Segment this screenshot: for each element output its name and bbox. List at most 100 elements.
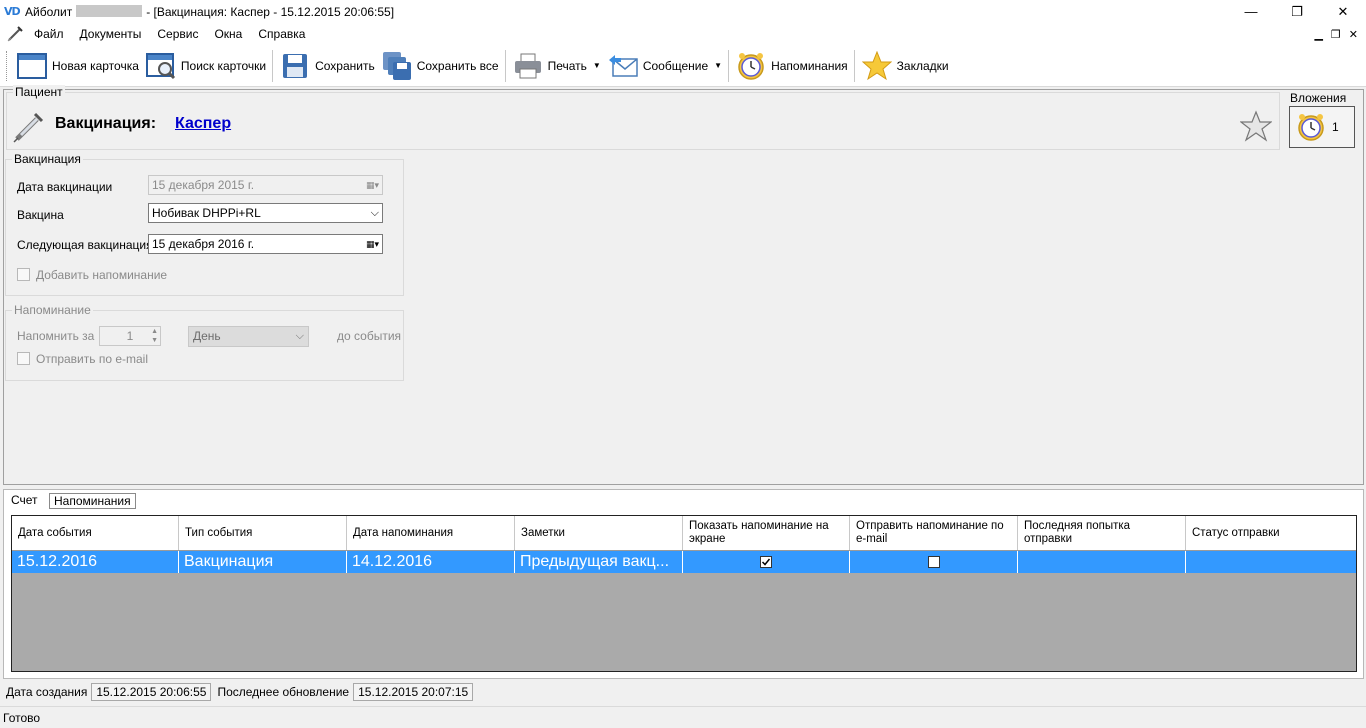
vaccination-group-label: Вакцинация [12,152,83,166]
print-dropdown-icon[interactable]: ▼ [593,61,601,70]
toolbar: Новая карточка Поиск карточки Сохранить … [0,45,1366,87]
column-header[interactable]: Заметки [515,516,683,550]
notes-cell[interactable]: Предыдущая вакц... [515,551,683,573]
send-status-cell[interactable] [1186,551,1356,573]
reminders-button[interactable]: Напоминания [732,48,851,84]
vaccination-group: Вакцинация Дата вакцинации 15 декабря 20… [5,152,404,296]
toolbar-grip[interactable] [6,50,9,81]
created-value: 15.12.2015 20:06:55 [91,683,212,701]
floppy-stack-icon [381,50,413,82]
close-button[interactable]: ✕ [1320,0,1366,23]
new-card-icon [16,50,48,82]
mdi-close-button[interactable]: ✕ [1349,28,1358,41]
save-all-button[interactable]: Сохранить все [378,48,502,84]
patient-group: Пациент Вакцинация: Каспер [6,85,1280,150]
minimize-button[interactable]: — [1228,0,1274,23]
print-button[interactable]: Печать ▼ [509,48,604,84]
floppy-icon [279,50,311,82]
toolbar-separator [853,49,855,82]
vaccine-label: Вакцина [17,208,64,222]
search-card-icon [145,50,177,82]
redacted-block [76,4,143,17]
menu-windows[interactable]: Окна [206,23,250,45]
maximize-button[interactable]: ❐ [1274,0,1320,23]
show-on-screen-cell[interactable] [683,551,850,573]
event-type-cell[interactable]: Вакцинация [179,551,347,573]
menu-help[interactable]: Справка [250,23,313,45]
toolbar-separator [728,49,730,82]
chevron-down-icon: ⌵ [370,207,379,219]
printer-icon [512,50,544,82]
last-attempt-cell[interactable] [1018,551,1186,573]
remind-before-label: Напомнить за [17,329,95,343]
tab-reminders[interactable]: Напоминания [49,493,136,509]
grid-header: Дата события Тип события Дата напоминани… [12,516,1356,551]
before-event-label: до события [337,329,402,343]
menu-documents[interactable]: Документы [72,23,150,45]
tabs-area: Счет Напоминания Дата события Тип событи… [3,489,1364,679]
bookmark-star-button[interactable] [1239,109,1273,143]
created-label: Дата создания [6,685,88,699]
reminder-group-label: Напоминание [12,303,93,317]
column-header[interactable]: Тип события [179,516,347,550]
next-vaccination-date-field[interactable]: 15 декабря 2016 г. ▦▾ [148,234,383,254]
vaccine-select[interactable]: Нобивак DHPPi+RL ⌵ [148,203,383,223]
add-reminder-label: Добавить напоминание [36,268,168,282]
menu-file[interactable]: Файл [26,23,72,45]
show-on-screen-checkbox[interactable] [760,556,772,568]
chevron-down-icon: ⌵ [295,330,304,342]
remind-unit-select[interactable]: День ⌵ [188,326,309,347]
syringe-icon[interactable] [4,24,26,44]
bookmarks-button[interactable]: Закладки [858,48,952,84]
attachments-label: Вложения [1290,91,1347,105]
next-vaccination-label: Следующая вакцинация [17,238,153,252]
attachments-button[interactable]: 1 [1289,106,1355,148]
search-card-button[interactable]: Поиск карточки [142,48,269,84]
column-header[interactable]: Показать напоминание на экране [683,516,850,550]
calendar-icon: ▦▾ [365,180,379,190]
stepper-arrows-icon[interactable]: ▲ ▼ [151,327,158,345]
star-icon [861,50,893,82]
vaccination-date-field: 15 декабря 2015 г. ▦▾ [148,175,383,195]
column-header[interactable]: Дата напоминания [347,516,515,550]
app-logo: VD [4,5,21,18]
toolbar-separator [272,49,274,82]
calendar-icon[interactable]: ▦▾ [366,235,379,253]
record-info-bar: Дата создания 15.12.2015 20:06:55 Послед… [0,681,1366,703]
alarm-clock-icon [1298,114,1324,141]
remind-value-stepper[interactable]: 1 ▲ ▼ [99,326,161,346]
mdi-restore-button[interactable]: ❐ [1331,28,1341,41]
send-email-grid-checkbox[interactable] [927,556,940,568]
message-dropdown-icon[interactable]: ▼ [714,61,722,70]
column-header[interactable]: Отправить напоминание по e-mail [850,516,1018,550]
reminder-date-cell[interactable]: 14.12.2016 [347,551,515,573]
table-row[interactable]: 15.12.2016 Вакцинация 14.12.2016 Предыду… [12,551,1356,573]
patient-title: Вакцинация: [55,115,157,132]
attachments-group: Вложения 1 [1286,91,1360,150]
send-email-checkbox[interactable] [17,352,30,365]
mdi-minimize-button[interactable]: ▁ [1314,28,1322,41]
column-header[interactable]: Последняя попытка отправки [1018,516,1186,550]
save-button[interactable]: Сохранить [276,48,378,84]
vaccination-date-label: Дата вакцинации [17,180,113,194]
menu-bar: Файл Документы Сервис Окна Справка ▁ ❐ ✕ [0,23,1366,45]
alarm-clock-icon [735,50,767,82]
status-bar: Готово [0,706,1366,728]
send-email-label: Отправить по e-mail [36,352,149,366]
window-title: Айболит - [Вакцинация: Каспер - 15.12.201… [25,4,395,19]
attachments-count: 1 [1332,120,1339,134]
new-card-button[interactable]: Новая карточка [13,48,142,84]
patient-name-link[interactable]: Каспер [175,115,231,133]
event-date-cell[interactable]: 15.12.2016 [12,551,179,573]
star-outline-icon [1240,110,1272,142]
checkmark-icon [761,558,771,566]
column-header[interactable]: Статус отправки [1186,516,1356,550]
column-header[interactable]: Дата события [12,516,179,550]
tab-invoice[interactable]: Счет [7,493,42,509]
message-button[interactable]: Сообщение ▼ [604,48,725,84]
send-email-cell[interactable] [850,551,1018,573]
menu-service[interactable]: Сервис [149,23,206,45]
add-reminder-checkbox[interactable] [17,268,30,281]
reminders-grid: Дата события Тип события Дата напоминани… [11,515,1357,672]
toolbar-separator [504,49,506,82]
